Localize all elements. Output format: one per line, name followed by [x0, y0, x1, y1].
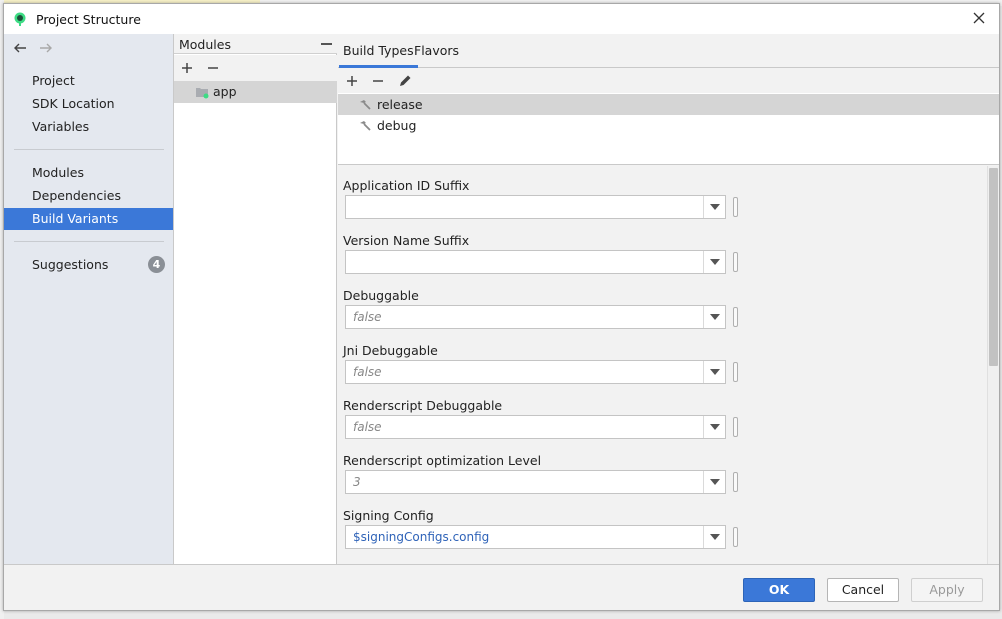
build-types-toolbar [338, 69, 999, 93]
chevron-down-icon [710, 424, 720, 430]
tab-label: Build Types [343, 43, 414, 58]
sidebar-item-build-variants[interactable]: Build Variants [4, 208, 173, 230]
scrollbar-thumb[interactable] [989, 168, 998, 366]
field-label-application-id-suffix: Application ID Suffix [343, 178, 470, 193]
modules-title: Modules [179, 37, 231, 52]
field-extra-button[interactable] [733, 417, 738, 437]
apply-button[interactable]: Apply [911, 578, 983, 602]
dropdown-button[interactable] [703, 251, 725, 273]
sidebar-separator [14, 241, 164, 242]
field-label-debuggable: Debuggable [343, 288, 419, 303]
dropdown-button[interactable] [703, 471, 725, 493]
module-label: app [213, 84, 237, 99]
window-title: Project Structure [36, 12, 141, 27]
build-type-debug[interactable]: debug [338, 115, 999, 136]
sidebar-separator [14, 149, 164, 150]
tab-label: Flavors [414, 43, 460, 58]
build-type-label: debug [377, 118, 417, 133]
cancel-button[interactable]: Cancel [827, 578, 899, 602]
add-module-icon[interactable] [179, 60, 195, 76]
build-types-list: release debug [338, 93, 999, 165]
module-folder-icon [196, 88, 209, 99]
sidebar-item-project[interactable]: Project [4, 70, 173, 92]
chevron-down-icon [710, 314, 720, 320]
dropdown-button[interactable] [703, 416, 725, 438]
sidebar-item-sdk-location[interactable]: SDK Location [4, 93, 173, 115]
build-type-label: release [377, 97, 423, 112]
suggestions-count-badge: 4 [148, 256, 165, 273]
field-extra-button[interactable] [733, 307, 738, 327]
renderscript-optimization-level-combo[interactable]: 3 [345, 470, 726, 494]
sidebar-item-label: Suggestions [32, 257, 109, 272]
dropdown-button[interactable] [703, 196, 725, 218]
combo-value: $signingConfigs.config [353, 530, 490, 544]
build-type-release[interactable]: release [338, 94, 999, 115]
remove-build-type-icon[interactable] [370, 73, 386, 89]
chevron-down-icon [710, 479, 720, 485]
chevron-down-icon [710, 534, 720, 540]
field-label-renderscript-optimization-level: Renderscript optimization Level [343, 453, 542, 468]
jni-debuggable-combo[interactable]: false [345, 360, 726, 384]
sidebar-item-variables[interactable]: Variables [4, 116, 173, 138]
add-build-type-icon[interactable] [344, 73, 360, 89]
modules-panel: Modules app [173, 34, 337, 564]
application-id-suffix-combo[interactable] [345, 195, 726, 219]
field-extra-button[interactable] [733, 527, 738, 547]
sidebar: Project SDK Location Variables Modules D… [4, 34, 173, 564]
close-icon[interactable] [971, 10, 987, 26]
combo-value: false [353, 420, 382, 434]
field-label-version-name-suffix: Version Name Suffix [343, 233, 470, 248]
android-studio-icon [14, 12, 26, 26]
chevron-down-icon [710, 369, 720, 375]
dropdown-button[interactable] [703, 361, 725, 383]
sidebar-item-label: Modules [32, 165, 84, 180]
sidebar-item-label: Build Variants [32, 211, 119, 226]
sidebar-item-suggestions[interactable]: Suggestions 4 [4, 254, 173, 276]
dropdown-button[interactable] [703, 306, 725, 328]
ok-button[interactable]: OK [743, 578, 815, 602]
debuggable-combo[interactable]: false [345, 305, 726, 329]
sidebar-item-label: SDK Location [32, 96, 115, 111]
field-extra-button[interactable] [733, 472, 738, 492]
chevron-down-icon [710, 204, 720, 210]
sidebar-item-label: Variables [32, 119, 90, 134]
combo-value: false [353, 365, 382, 379]
field-label-signing-config: Signing Config [343, 508, 434, 523]
field-extra-button[interactable] [733, 362, 738, 382]
field-label-jni-debuggable: Jni Debuggable [343, 343, 438, 358]
modules-toolbar [174, 55, 337, 81]
dropdown-button[interactable] [703, 526, 725, 548]
edit-pencil-icon[interactable] [397, 73, 413, 89]
module-item-app[interactable]: app [174, 81, 337, 103]
build-types-panel: Build Types Flavors release debug Applic… [338, 34, 999, 564]
hammer-icon [360, 100, 371, 110]
field-extra-button[interactable] [733, 252, 738, 272]
renderscript-debuggable-combo[interactable]: false [345, 415, 726, 439]
tab-bar: Build Types Flavors [338, 34, 999, 68]
collapse-icon[interactable] [321, 43, 332, 45]
sidebar-item-label: Project [32, 73, 75, 88]
sidebar-item-modules[interactable]: Modules [4, 162, 173, 184]
remove-module-icon[interactable] [205, 60, 221, 76]
sidebar-item-label: Dependencies [32, 188, 121, 203]
back-arrow-icon[interactable] [12, 40, 28, 56]
sidebar-item-dependencies[interactable]: Dependencies [4, 185, 173, 207]
build-type-properties: Application ID Suffix Version Name Suffi… [338, 166, 999, 564]
hammer-icon [360, 121, 371, 131]
forward-arrow-icon[interactable] [38, 40, 54, 56]
project-structure-dialog: Project Structure Project SDK Location V… [3, 3, 1000, 611]
tab-flavors[interactable]: Flavors [410, 34, 463, 68]
signing-config-combo[interactable]: $signingConfigs.config [345, 525, 726, 549]
tab-build-types[interactable]: Build Types [339, 34, 418, 68]
combo-value: 3 [353, 475, 361, 489]
dialog-button-bar: OK Cancel Apply [4, 564, 999, 610]
combo-value: false [353, 310, 382, 324]
modules-header: Modules [174, 34, 337, 54]
version-name-suffix-combo[interactable] [345, 250, 726, 274]
field-label-renderscript-debuggable: Renderscript Debuggable [343, 398, 503, 413]
vertical-scrollbar[interactable] [987, 166, 999, 564]
field-extra-button[interactable] [733, 197, 738, 217]
chevron-down-icon [710, 259, 720, 265]
title-bar: Project Structure [4, 4, 999, 34]
